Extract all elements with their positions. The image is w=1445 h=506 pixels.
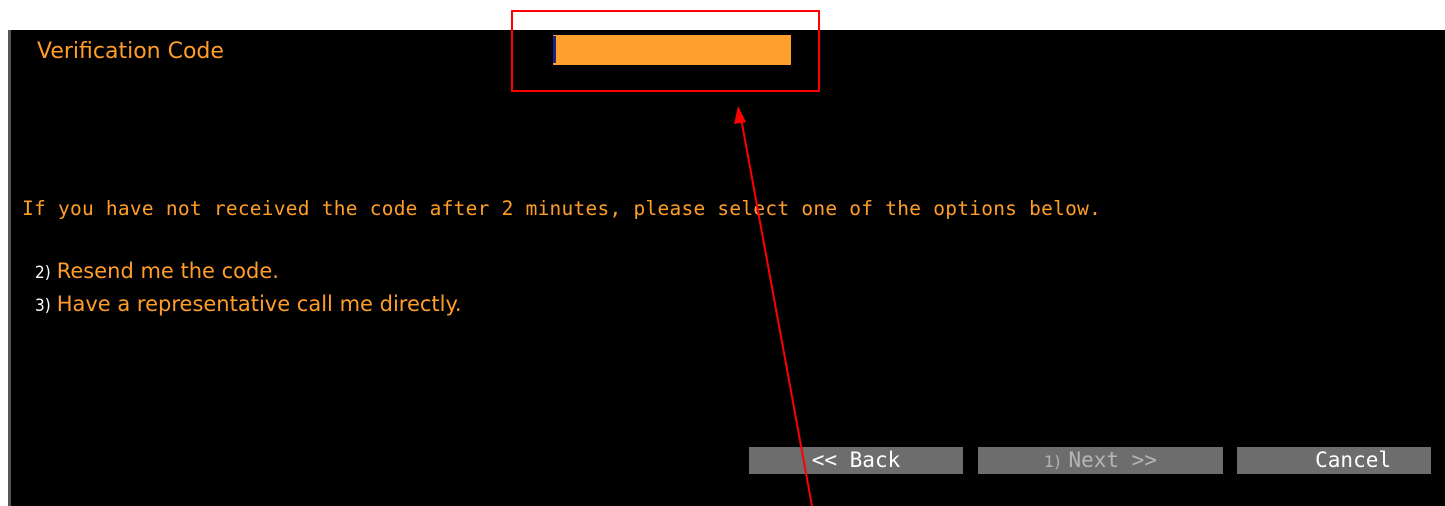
resend-code-option[interactable]: 2) Resend me the code. xyxy=(35,259,279,283)
screenshot-canvas: Verification Code If you have not receiv… xyxy=(0,0,1445,506)
back-button[interactable]: << Back xyxy=(749,447,963,474)
resend-instructions: If you have not received the code after … xyxy=(22,197,1102,220)
text-cursor xyxy=(553,36,556,63)
next-button[interactable]: 1) Next >> xyxy=(978,447,1223,474)
next-label: Next >> xyxy=(1068,448,1157,472)
verification-code-input[interactable] xyxy=(553,35,791,65)
cancel-button[interactable]: Cancel xyxy=(1237,447,1431,474)
next-number: 1) xyxy=(1044,452,1061,471)
call-representative-option[interactable]: 3) Have a representative call me directly… xyxy=(35,292,462,316)
verification-code-label: Verification Code xyxy=(37,39,224,64)
option-label: Resend me the code. xyxy=(56,259,279,283)
option-number: 3) xyxy=(35,296,51,316)
option-label: Have a representative call me directly. xyxy=(56,292,462,316)
option-number: 2) xyxy=(35,263,51,283)
verification-panel: Verification Code If you have not receiv… xyxy=(8,30,1445,506)
